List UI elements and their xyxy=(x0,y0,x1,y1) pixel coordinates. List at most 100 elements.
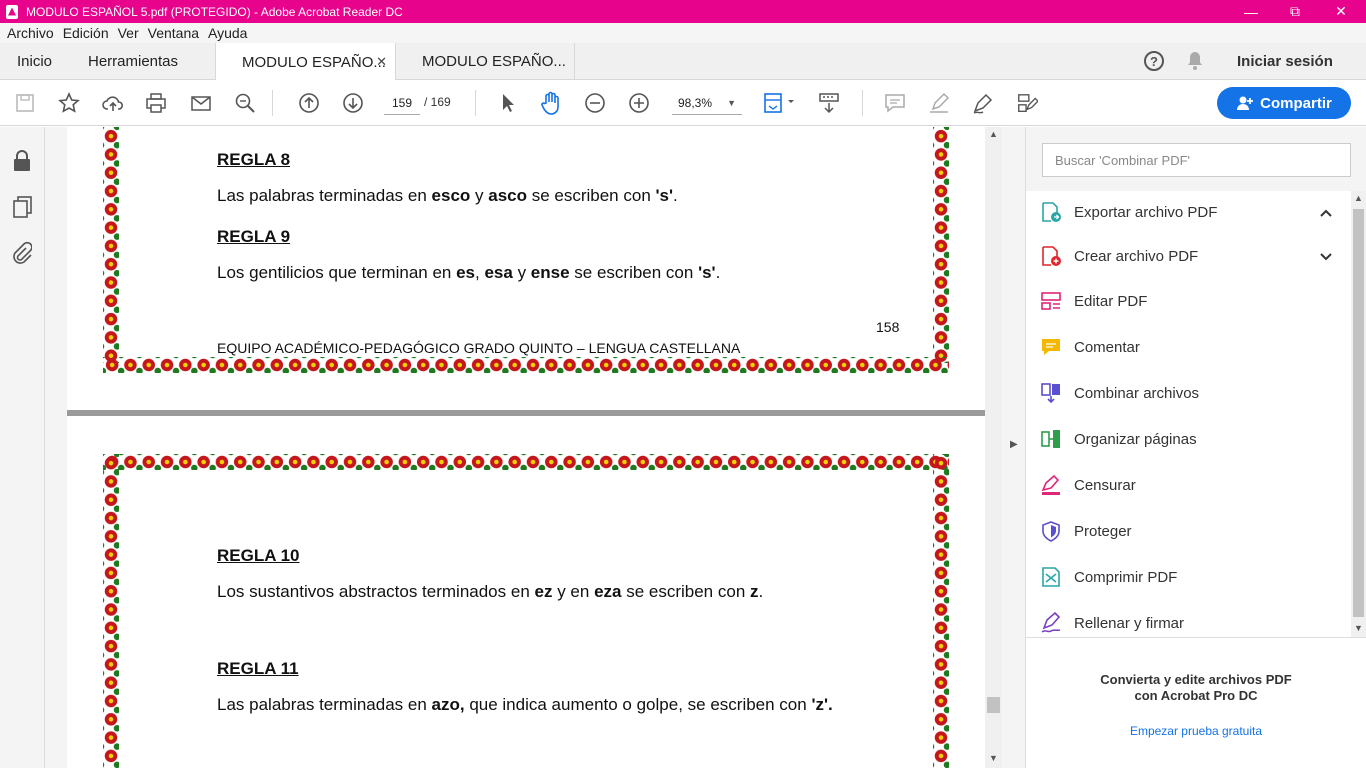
menu-ayuda[interactable]: Ayuda xyxy=(208,25,247,41)
create-pdf-icon xyxy=(1040,245,1062,267)
upload-cloud-icon[interactable] xyxy=(102,92,124,114)
minimize-button[interactable]: — xyxy=(1228,0,1274,23)
tool-compress[interactable]: Comprimir PDF xyxy=(1040,557,1340,597)
help-icon[interactable]: ? xyxy=(1144,51,1164,71)
tool-redact[interactable]: Censurar xyxy=(1040,465,1340,505)
scroll-down-icon[interactable]: ▼ xyxy=(989,753,998,763)
next-page-icon[interactable] xyxy=(342,92,364,114)
free-trial-link[interactable]: Empezar prueba gratuita xyxy=(1026,724,1366,738)
menu-archivo[interactable]: Archivo xyxy=(7,25,54,41)
rule-8-text: Las palabras terminadas en esco y asco s… xyxy=(217,186,678,205)
tool-comment[interactable]: Comentar xyxy=(1040,327,1340,367)
tool-label: Crear archivo PDF xyxy=(1074,247,1199,265)
sign-in-link[interactable]: Iniciar sesión xyxy=(1237,53,1333,70)
rule-11-title: REGLA 11 xyxy=(217,659,299,678)
tab-herramientas[interactable]: Herramientas xyxy=(88,43,178,80)
rule-11-text: Las palabras terminadas en azo, que indi… xyxy=(217,695,833,714)
title-bar: MODULO ESPAÑOL 5.pdf (PROTEGIDO) - Adobe… xyxy=(0,0,1366,23)
chevron-down-icon[interactable] xyxy=(1320,248,1332,264)
pages-thumbnail-icon[interactable] xyxy=(13,195,33,224)
tool-create-pdf[interactable]: Crear archivo PDF xyxy=(1040,236,1340,276)
previous-page-icon[interactable] xyxy=(298,92,320,114)
tool-label: Exportar archivo PDF xyxy=(1074,203,1218,221)
page-footer: EQUIPO ACADÉMICO-PEDAGÓGICO GRADO QUINTO… xyxy=(217,340,741,356)
collapse-right-panel-icon[interactable]: ▶ xyxy=(1010,439,1018,450)
flower-border-bottom xyxy=(103,357,949,373)
zoom-level-select[interactable]: 98,3% ▼ xyxy=(672,91,742,115)
tool-label: Editar PDF xyxy=(1074,292,1148,310)
pdf-page-158: REGLA 8 Las palabras terminadas en esco … xyxy=(67,127,985,410)
tools-scrollbar-thumb[interactable] xyxy=(1353,209,1364,617)
flower-border-left-2 xyxy=(103,454,119,768)
attachment-paperclip-icon[interactable] xyxy=(12,241,33,270)
menu-edicion[interactable]: Edición xyxy=(63,25,109,41)
tab-document-active[interactable]: MODULO ESPAÑO... ✕ xyxy=(215,43,395,81)
comment-icon xyxy=(1040,336,1062,358)
zoom-level-value: 98,3% xyxy=(678,95,713,110)
tab-document-2[interactable]: MODULO ESPAÑO... xyxy=(395,43,575,80)
hand-tool-icon[interactable] xyxy=(539,91,563,115)
notification-bell-icon[interactable] xyxy=(1186,51,1204,71)
read-mode-icon[interactable] xyxy=(818,92,840,114)
save-icon[interactable] xyxy=(14,92,36,114)
draw-sign-icon[interactable] xyxy=(972,92,994,114)
restore-button[interactable]: ⧉ xyxy=(1272,0,1318,23)
tool-label: Comentar xyxy=(1074,338,1140,356)
tool-protect[interactable]: Proteger xyxy=(1040,511,1340,551)
highlight-pen-icon[interactable] xyxy=(928,92,950,114)
document-viewport[interactable]: REGLA 8 Las palabras terminadas en esco … xyxy=(45,127,985,768)
tools-scrollbar[interactable]: ▲ ▼ xyxy=(1351,191,1366,637)
select-cursor-icon[interactable] xyxy=(497,92,519,114)
flower-border-top xyxy=(103,454,949,470)
chevron-up-icon[interactable] xyxy=(1320,204,1332,220)
close-window-button[interactable]: ✕ xyxy=(1318,0,1364,23)
zoom-in-icon[interactable] xyxy=(628,92,650,114)
document-scrollbar[interactable]: ▲ ▼ xyxy=(985,127,1002,768)
tool-organize[interactable]: Organizar páginas xyxy=(1040,419,1340,459)
combine-icon xyxy=(1040,382,1062,404)
scrollbar-thumb[interactable] xyxy=(987,697,1000,713)
menu-bar: Archivo Edición Ver Ventana Ayuda xyxy=(0,23,1366,43)
comment-icon[interactable] xyxy=(884,92,906,114)
menu-ver[interactable]: Ver xyxy=(118,25,139,41)
tools-search-input[interactable]: Buscar 'Combinar PDF' xyxy=(1042,143,1351,177)
window-title: MODULO ESPAÑOL 5.pdf (PROTEGIDO) - Adobe… xyxy=(26,4,403,19)
flower-border-right-2 xyxy=(933,454,949,768)
rule-9-title: REGLA 9 xyxy=(217,227,291,246)
tool-label: Censurar xyxy=(1074,476,1136,494)
edit-stamp-icon[interactable] xyxy=(1016,92,1038,114)
protect-icon xyxy=(1040,520,1062,542)
close-tab-icon[interactable]: ✕ xyxy=(376,54,387,70)
tab-document-2-label: MODULO ESPAÑO... xyxy=(422,53,566,70)
rule-10-text: Los sustantivos abstractos terminados en… xyxy=(217,582,764,601)
right-panel-toggle-gutter: ▶ xyxy=(1002,127,1026,768)
flower-border-left xyxy=(103,127,119,363)
page-fit-icon[interactable] xyxy=(762,92,798,114)
tool-edit-pdf[interactable]: Editar PDF xyxy=(1040,281,1340,321)
print-icon[interactable] xyxy=(145,92,167,114)
search-zoom-icon[interactable] xyxy=(234,92,256,114)
share-button[interactable]: Compartir xyxy=(1217,87,1351,119)
lock-icon[interactable] xyxy=(12,149,32,178)
bookmark-star-icon[interactable] xyxy=(58,92,80,114)
tool-fill-sign[interactable]: Rellenar y firmar xyxy=(1040,603,1340,637)
tools-scroll-up-icon[interactable]: ▲ xyxy=(1354,193,1363,203)
organize-icon xyxy=(1040,428,1062,450)
flower-border-right xyxy=(933,127,949,363)
tools-scroll-down-icon[interactable]: ▼ xyxy=(1354,623,1363,633)
promo-line-1: Convierta y edite archivos PDF xyxy=(1100,672,1292,687)
tab-document-label: MODULO ESPAÑO... xyxy=(242,53,386,71)
chevron-down-icon: ▼ xyxy=(727,97,736,108)
email-icon[interactable] xyxy=(190,92,212,114)
tool-export-pdf[interactable]: Exportar archivo PDF xyxy=(1040,192,1340,232)
tools-list: Exportar archivo PDF Crear archivo PDF E… xyxy=(1026,191,1351,637)
zoom-out-icon[interactable] xyxy=(584,92,606,114)
menu-ventana[interactable]: Ventana xyxy=(148,25,199,41)
page-number-input[interactable]: 159 xyxy=(384,91,420,115)
toolbar: 159 / 169 98,3% ▼ xyxy=(0,80,1366,126)
fill-sign-icon xyxy=(1040,612,1062,634)
tab-inicio[interactable]: Inicio xyxy=(17,43,52,80)
scroll-up-icon[interactable]: ▲ xyxy=(989,129,998,139)
tool-combine[interactable]: Combinar archivos xyxy=(1040,373,1340,413)
tool-label: Organizar páginas xyxy=(1074,430,1197,448)
